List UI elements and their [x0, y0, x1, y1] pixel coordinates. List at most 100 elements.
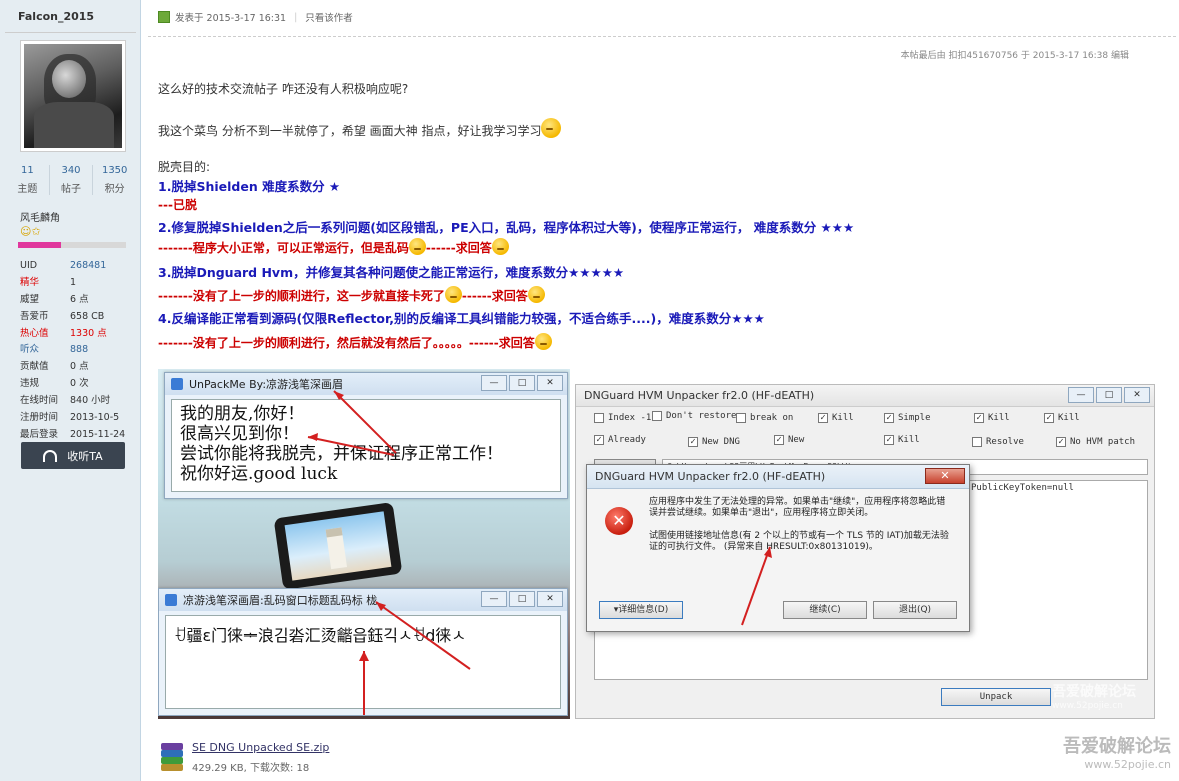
checkmark-icon: ✓ [974, 413, 984, 423]
stat-posts-label: 帖子 [61, 184, 81, 195]
stat-threads[interactable]: 11 主题 [6, 165, 50, 195]
user-info-key: 注册时间 [20, 412, 59, 424]
checkmark-icon: ✓ [774, 435, 784, 445]
greeting-line: 尝试你能将我脱壳，并保证程序正常工作！ [180, 444, 503, 464]
greeting-line: 我的朋友,你好！ [180, 404, 305, 424]
user-info-key: 贡献值 [20, 361, 49, 373]
watermark-text: 吾爱破解论坛 [1063, 736, 1171, 757]
user-info-key: 热心值 [20, 327, 49, 339]
smiley-icon [534, 333, 552, 350]
goal-item-2: 2.修复脱掉Shielden之后一系列问题(如区段错乱，PE入口，乱码，程序体积… [158, 220, 855, 235]
user-info-row: 热心值 1330 点 [20, 326, 138, 343]
option-checkbox-label: Kill [988, 413, 1010, 423]
username[interactable]: Falcon_2015 [18, 10, 94, 23]
checkbox-empty-icon [594, 413, 604, 423]
post-timestamp: 发表于 2015-3-17 16:31 [175, 13, 287, 24]
user-info-row: 注册时间 2013-10-5 [20, 410, 138, 427]
option-checkbox-label: New [788, 435, 805, 445]
attachment-link[interactable]: SE DNG Unpacked SE.zip [192, 741, 329, 754]
quit-button[interactable]: 退出(Q) [873, 601, 957, 619]
checkmark-icon: ✓ [1044, 413, 1054, 423]
greeting-line: 很高兴见到你！ [180, 424, 299, 444]
option-checkbox-label: Already [608, 435, 646, 445]
follow-button-label: 收听TA [67, 449, 103, 463]
stat-threads-label: 主题 [17, 184, 38, 195]
screenshot-unpackme[interactable]: UnPackMe By:凉游浅笔深画眉 — □ ✕ 我的朋友,你好！ 很高兴见到你！… [158, 369, 570, 719]
minimize-icon: — [1068, 387, 1094, 403]
user-info-key: 在线时间 [20, 395, 59, 407]
stat-credits[interactable]: 1350 积分 [93, 165, 136, 195]
confused-icon [444, 286, 462, 303]
option-checkbox[interactable]: ✓ No HVM patch [1056, 437, 1135, 447]
stat-posts[interactable]: 340 帖子 [50, 165, 94, 195]
watermark-url: www.52pojie.cn [1084, 758, 1171, 771]
maximize-icon: □ [509, 375, 535, 391]
error-message: 应用程序中发生了无法处理的异常。如果单击"继续"，应用程序将忽略此错误并尝试继续… [649, 497, 949, 565]
garbled-text-value: ꀀ疆ɛ门徕ᆃ浪김沯汇烫龤읍鈺긱ㅅꀀd徕ㅅ [174, 626, 467, 645]
option-checkbox[interactable]: ✓ Already [594, 435, 646, 445]
user-info-value: 0 次 [70, 378, 89, 390]
phone-photo [228, 501, 418, 599]
watermark: 吾爱破解论坛 www.52pojie.cn [468, 679, 552, 709]
checkbox-empty-icon [652, 411, 662, 421]
checkmark-icon: ✓ [688, 437, 698, 447]
post-paragraph-2: 我这个菜鸟 分析不到一半就停了，希望 画面大神 指点，好让我学习学习 [158, 118, 562, 139]
option-checkbox[interactable]: Don't restore [652, 411, 736, 421]
user-info-value[interactable]: 888 [70, 342, 88, 359]
error-message-detail: 试图使用链接地址信息(有 2 个以上的节或有一个 TLS 节的 IAT)加载无法… [649, 531, 949, 552]
headphones-icon [43, 449, 58, 462]
close-icon[interactable]: ✕ [925, 468, 965, 484]
option-checkbox-label: No HVM patch [1070, 437, 1136, 447]
user-info-row: 威望 6 点 [20, 292, 138, 309]
option-checkbox-label: New DNG [702, 437, 740, 447]
avatar[interactable] [20, 40, 126, 152]
follow-button[interactable]: 收听TA [21, 442, 125, 469]
author-only-link[interactable]: 只看该作者 [305, 10, 353, 24]
option-checkbox[interactable]: Index -1 [594, 413, 651, 423]
window-title: 凉游浅笔深画眉:乱码窗口标题乱码标 栊 [183, 594, 378, 607]
confused-icon [408, 238, 426, 255]
user-info-value: 0 点 [70, 361, 89, 373]
details-button[interactable]: ▾详细信息(D) [599, 601, 683, 619]
user-info-key: UID [20, 260, 38, 271]
close-icon: ✕ [537, 591, 563, 607]
screenshot-dnguard-unpacker[interactable]: DNGuard HVM Unpacker fr2.0 (HF-dEATH) — □… [575, 384, 1155, 719]
option-checkbox[interactable]: Resolve [972, 437, 1024, 447]
watermark: 吾爱破解论坛 www.52pojie.cn [1052, 681, 1136, 711]
option-checkbox[interactable]: ✓ Kill [974, 413, 1010, 423]
option-checkbox[interactable]: ✓ Simple [884, 413, 931, 423]
checkmark-icon: ✓ [1056, 437, 1066, 447]
watermark-url: www.52pojie.cn [468, 699, 539, 709]
option-checkbox[interactable]: ✓ Kill [1044, 413, 1080, 423]
continue-button[interactable]: 继续(C) [783, 601, 867, 619]
option-checkbox[interactable]: break on [736, 413, 793, 423]
user-stats: 11 主题 340 帖子 1350 积分 [6, 165, 136, 195]
window-controls: — □ ✕ [1066, 387, 1150, 403]
user-info-value[interactable]: 268481 [70, 258, 106, 275]
dialog-title: DNGuard HVM Unpacker fr2.0 (HF-dEATH) [595, 470, 826, 483]
option-checkbox[interactable]: ✓ New [774, 435, 804, 445]
window-title: UnPackMe By:凉游浅笔深画眉 [189, 378, 344, 391]
user-info-value: 1 [70, 276, 77, 288]
user-info-value: 658 CB [70, 310, 105, 322]
level-progress-bar [18, 242, 126, 248]
user-group[interactable]: 风毛麟角 [20, 209, 60, 224]
goal-item-2-answer: -------程序大小正常，可以正常运行，但是乱码 ------求回答 [158, 238, 509, 256]
divider [148, 36, 1176, 37]
user-info-list: UID 268481 精华 1 威望 6 点吾爱币 658 CB 热心值 1330 点听众 888… [20, 258, 138, 444]
goal-title: 脱壳目的: [158, 160, 211, 174]
option-checkbox[interactable]: ✓ Kill [884, 435, 920, 445]
user-info-key: 吾爱币 [20, 310, 49, 322]
smiley-icon [541, 118, 562, 138]
user-info-key: 精华 [20, 276, 40, 288]
user-info-row: 贡献值 0 点 [20, 359, 138, 376]
window-title: DNGuard HVM Unpacker fr2.0 (HF-dEATH) [584, 389, 815, 402]
checkmark-icon: ✓ [884, 413, 894, 423]
checkmark-icon: ✓ [594, 435, 604, 445]
stat-threads-value: 11 [20, 165, 34, 176]
option-checkbox-label: Index -1 [608, 413, 652, 423]
user-info-row: 违规 0 次 [20, 376, 138, 393]
unpack-button[interactable]: Unpack [941, 688, 1051, 706]
option-checkbox[interactable]: ✓ Kill [818, 413, 854, 423]
option-checkbox[interactable]: ✓ New DNG [688, 437, 740, 447]
